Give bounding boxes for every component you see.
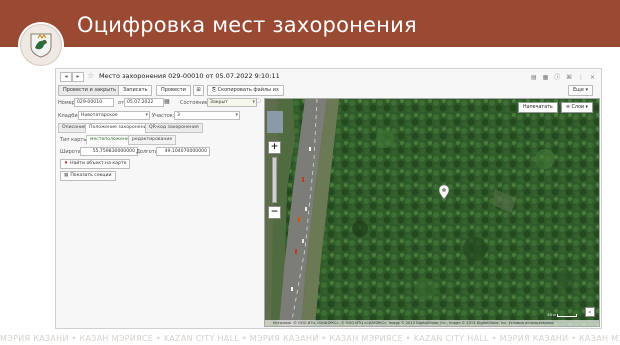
tab-qr-code[interactable]: QR-код захоронения — [145, 123, 203, 133]
map-scale: 50 м — [547, 313, 577, 317]
calc-icon[interactable]: ▦ — [543, 74, 549, 81]
scale-bar — [557, 313, 577, 317]
minimap-toggle-icon[interactable]: ▫ — [585, 307, 595, 317]
latitude-field[interactable]: 55,759830000000 — [80, 147, 138, 156]
find-object-label: Найти объект на карте — [70, 161, 127, 166]
post-button[interactable]: Провести — [156, 85, 191, 96]
print-button[interactable]: Напечатать — [518, 102, 558, 113]
tab-editing[interactable]: редактирование — [128, 135, 177, 145]
date-field[interactable]: 05.07.2022 — [124, 98, 164, 107]
state-label: Состояние: — [180, 100, 210, 106]
layers-label: Слои — [571, 105, 585, 110]
forward-arrow-icon[interactable]: ▸ — [72, 72, 84, 82]
plot-select[interactable]: 3 — [174, 111, 240, 120]
grid-icon: ▦ — [64, 173, 69, 178]
more-icon[interactable]: ⋮ — [578, 74, 584, 81]
link-icon[interactable]: ⌘ — [566, 74, 572, 81]
window-titlebar: ◂ ▸ ☆ Место захоронения 029-00010 от 05.… — [56, 69, 601, 83]
structure-icon[interactable]: ⊞ — [193, 85, 204, 96]
calendar-icon[interactable]: ▦ — [164, 98, 170, 105]
open-state-icon[interactable]: ▢ — [256, 98, 261, 104]
zoom-in-button[interactable]: + — [268, 141, 281, 154]
save-button[interactable]: Записать — [118, 85, 153, 96]
report-icon[interactable]: ▤ — [531, 74, 537, 81]
pin-icon: ♦ — [64, 161, 69, 166]
zoom-out-button[interactable]: − — [268, 206, 281, 219]
find-object-button[interactable]: ♦ Найти объект на карте — [60, 159, 131, 169]
info-icon[interactable]: ⓘ — [554, 74, 560, 81]
more-label: Еще — [573, 87, 584, 93]
copy-files-label: Скопировать файлы из — [217, 87, 279, 93]
satellite-map[interactable]: + − Напечатать ⊜ Слои ▾ 50 м ▫ Источник:… — [264, 98, 600, 327]
location-marker-icon[interactable] — [439, 185, 449, 199]
close-icon[interactable]: × — [590, 74, 595, 81]
cemetery-select[interactable]: Новотатарское — [78, 111, 150, 120]
slide-title: Оцифровка мест захоронения — [77, 13, 417, 37]
back-arrow-icon[interactable]: ◂ — [60, 72, 72, 82]
post-and-close-button[interactable]: Провести и закрыть — [58, 85, 122, 96]
document-title: Место захоронения 029-00010 от 05.07.202… — [99, 72, 280, 80]
zoom-slider[interactable] — [272, 157, 277, 203]
favorite-star-icon[interactable]: ☆ — [87, 71, 94, 80]
app-window: ◂ ▸ ☆ Место захоронения 029-00010 от 05.… — [55, 68, 602, 329]
more-menu-button[interactable]: Еще ▾ — [568, 85, 594, 96]
show-plots-button[interactable]: ▦ Показать секции — [60, 171, 116, 181]
kazan-emblem-icon — [20, 24, 62, 66]
window-controls: ▤ ▦ ⓘ ⌘ ⋮ × — [527, 72, 595, 81]
map-attribution: Источник: © ООО ИТЦ «СКАНЭКС», © ООО ИТЦ… — [265, 320, 599, 326]
show-plots-label: Показать секции — [70, 173, 112, 178]
layers-button[interactable]: ⊜ Слои ▾ — [561, 102, 593, 113]
toolbar: Провести и закрыть Записать Провести ⊞ ⎘… — [56, 84, 601, 96]
copy-files-button[interactable]: ⎘ Скопировать файлы из — [207, 85, 284, 96]
number-field[interactable]: 029-00010 — [74, 98, 114, 107]
plot-label: Участок: — [152, 113, 175, 119]
tab-burial-position[interactable]: Положение захоронения — [85, 123, 154, 133]
satellite-imagery — [265, 99, 599, 326]
scale-label: 50 м — [547, 313, 556, 317]
footer-band: МЭРИЯ КАЗАНИ • КАЗАН МЭРИЯСЕ • KAZAN CIT… — [0, 334, 620, 343]
longitude-field[interactable]: 49,104070000000 — [156, 147, 210, 156]
state-select[interactable]: Закрыт — [207, 98, 257, 107]
map-type-label: Тип карты: — [60, 137, 89, 143]
